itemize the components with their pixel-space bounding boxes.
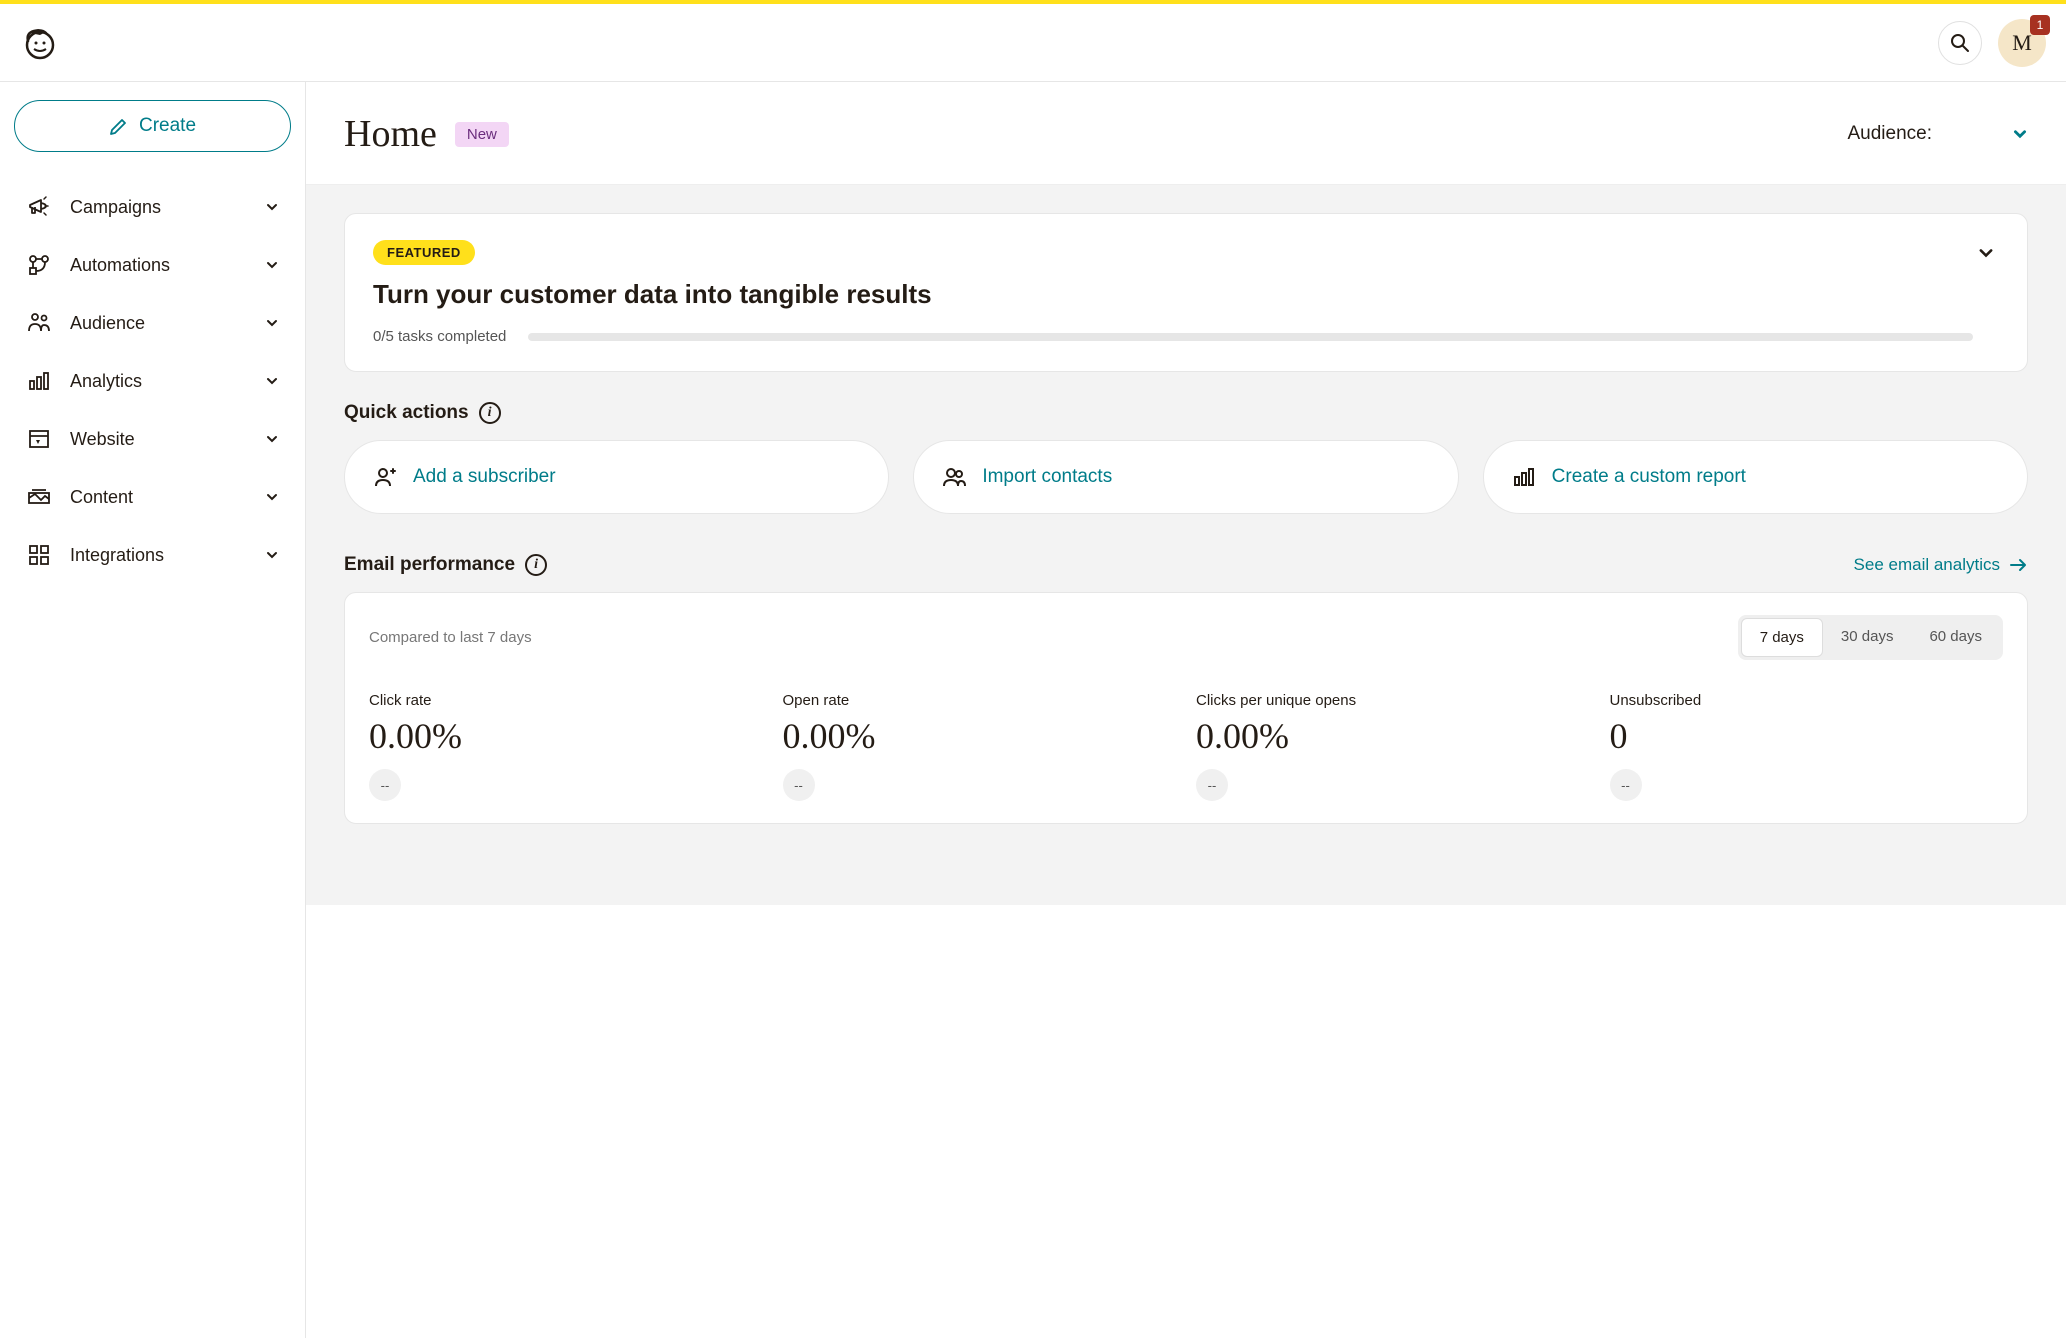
sidebar-item-label: Integrations bbox=[70, 545, 265, 566]
people-icon bbox=[26, 310, 52, 336]
chevron-down-icon bbox=[265, 258, 279, 272]
grid-icon bbox=[26, 542, 52, 568]
metric-delta: -- bbox=[783, 769, 815, 801]
quick-actions-header: Quick actions i bbox=[344, 402, 2028, 424]
metric-label: Open rate bbox=[783, 692, 1177, 709]
bar-chart-icon bbox=[1512, 465, 1536, 489]
chevron-down-icon bbox=[265, 432, 279, 446]
chevron-down-icon bbox=[2012, 126, 2028, 142]
chevron-down-icon bbox=[265, 316, 279, 330]
see-email-analytics-link[interactable]: See email analytics bbox=[1854, 555, 2028, 575]
metric-delta: -- bbox=[1610, 769, 1642, 801]
sidebar-item-audience[interactable]: Audience bbox=[14, 294, 291, 352]
info-icon[interactable]: i bbox=[479, 402, 501, 424]
people-icon bbox=[942, 465, 966, 489]
metric-label: Clicks per unique opens bbox=[1196, 692, 1590, 709]
sidebar-item-label: Campaigns bbox=[70, 197, 265, 218]
sidebar-item-campaigns[interactable]: Campaigns bbox=[14, 178, 291, 236]
person-plus-icon bbox=[373, 465, 397, 489]
page-title: Home bbox=[344, 112, 437, 156]
megaphone-icon bbox=[26, 194, 52, 220]
notification-badge: 1 bbox=[2030, 15, 2050, 35]
arrow-right-icon bbox=[2008, 555, 2028, 575]
sidebar-item-content[interactable]: Content bbox=[14, 468, 291, 526]
compared-text: Compared to last 7 days bbox=[369, 629, 532, 646]
see-link-label: See email analytics bbox=[1854, 555, 2000, 575]
create-button[interactable]: Create bbox=[14, 100, 291, 152]
metric-open-rate: Open rate 0.00% -- bbox=[783, 692, 1177, 801]
mailchimp-logo-icon bbox=[20, 23, 60, 63]
quick-action-label: Create a custom report bbox=[1552, 466, 1746, 488]
info-icon[interactable]: i bbox=[525, 554, 547, 576]
create-button-label: Create bbox=[139, 115, 196, 137]
chevron-down-icon bbox=[265, 490, 279, 504]
chevron-down-icon[interactable] bbox=[1973, 240, 1999, 266]
search-button[interactable] bbox=[1938, 21, 1982, 65]
metric-delta: -- bbox=[369, 769, 401, 801]
quick-action-add-subscriber[interactable]: Add a subscriber bbox=[344, 440, 889, 514]
main-content: Home New Audience: FEATURED Turn your cu… bbox=[306, 82, 2066, 1338]
sidebar-item-label: Audience bbox=[70, 313, 265, 334]
chevron-down-icon bbox=[265, 374, 279, 388]
metric-value: 0.00% bbox=[1196, 715, 1590, 757]
user-avatar[interactable]: M 1 bbox=[1998, 19, 2046, 67]
sidebar-item-integrations[interactable]: Integrations bbox=[14, 526, 291, 584]
page-header: Home New Audience: bbox=[306, 82, 2066, 185]
time-range-tabs: 7 days 30 days 60 days bbox=[1738, 615, 2003, 660]
sidebar-item-label: Automations bbox=[70, 255, 265, 276]
browser-icon bbox=[26, 426, 52, 452]
metric-value: 0.00% bbox=[369, 715, 763, 757]
search-icon bbox=[1950, 33, 1970, 53]
email-performance-title: Email performance bbox=[344, 554, 515, 576]
quick-action-create-report[interactable]: Create a custom report bbox=[1483, 440, 2028, 514]
automations-icon bbox=[26, 252, 52, 278]
sidebar-item-label: Website bbox=[70, 429, 265, 450]
progress-bar bbox=[528, 333, 1973, 341]
metric-clicks-per-unique: Clicks per unique opens 0.00% -- bbox=[1196, 692, 1590, 801]
sidebar-item-website[interactable]: Website bbox=[14, 410, 291, 468]
sidebar-item-analytics[interactable]: Analytics bbox=[14, 352, 291, 410]
new-badge: New bbox=[455, 122, 509, 147]
quick-action-import-contacts[interactable]: Import contacts bbox=[913, 440, 1458, 514]
email-performance-card: Compared to last 7 days 7 days 30 days 6… bbox=[344, 592, 2028, 824]
chevron-down-icon bbox=[265, 548, 279, 562]
metric-unsubscribed: Unsubscribed 0 -- bbox=[1610, 692, 2004, 801]
metric-click-rate: Click rate 0.00% -- bbox=[369, 692, 763, 801]
quick-actions-title: Quick actions bbox=[344, 402, 469, 424]
time-tab-7-days[interactable]: 7 days bbox=[1741, 618, 1823, 657]
metric-delta: -- bbox=[1196, 769, 1228, 801]
featured-badge: FEATURED bbox=[373, 240, 475, 265]
bar-chart-icon bbox=[26, 368, 52, 394]
featured-progress-text: 0/5 tasks completed bbox=[373, 328, 506, 345]
topbar: M 1 bbox=[0, 4, 2066, 82]
content-icon bbox=[26, 484, 52, 510]
time-tab-30-days[interactable]: 30 days bbox=[1823, 618, 1912, 657]
sidebar: Create Campaigns Automations Audie bbox=[0, 82, 306, 1338]
metric-label: Unsubscribed bbox=[1610, 692, 2004, 709]
metric-value: 0 bbox=[1610, 715, 2004, 757]
audience-label: Audience: bbox=[1847, 123, 1932, 145]
sidebar-item-label: Analytics bbox=[70, 371, 265, 392]
featured-card: FEATURED Turn your customer data into ta… bbox=[344, 213, 2028, 372]
logo[interactable] bbox=[20, 23, 60, 63]
avatar-initial: M bbox=[2012, 30, 2032, 56]
featured-title: Turn your customer data into tangible re… bbox=[373, 279, 1973, 310]
sidebar-item-label: Content bbox=[70, 487, 265, 508]
time-tab-60-days[interactable]: 60 days bbox=[1911, 618, 2000, 657]
metric-label: Click rate bbox=[369, 692, 763, 709]
audience-selector[interactable]: Audience: bbox=[1847, 123, 2028, 145]
quick-action-label: Import contacts bbox=[982, 466, 1112, 488]
pencil-icon bbox=[109, 116, 129, 136]
metric-value: 0.00% bbox=[783, 715, 1177, 757]
chevron-down-icon bbox=[265, 200, 279, 214]
quick-action-label: Add a subscriber bbox=[413, 466, 556, 488]
sidebar-item-automations[interactable]: Automations bbox=[14, 236, 291, 294]
